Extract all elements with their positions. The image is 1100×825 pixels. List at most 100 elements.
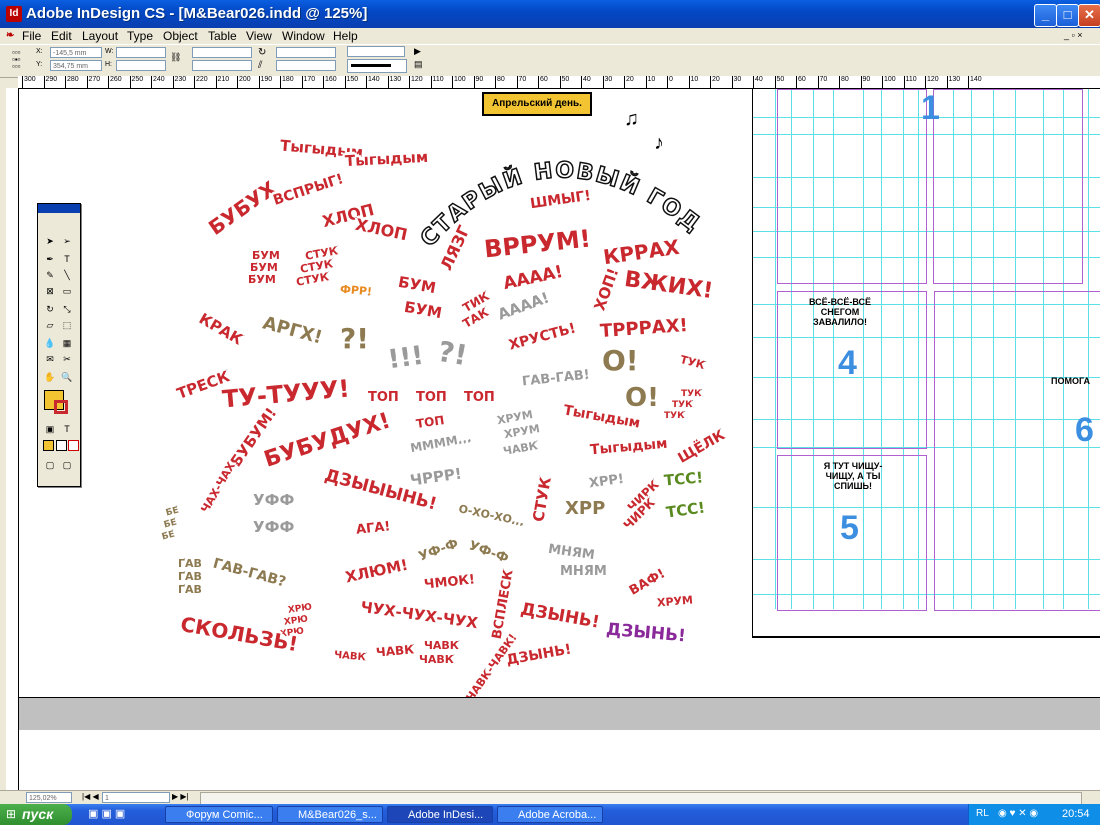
sticker[interactable]: ГАВ	[178, 571, 203, 583]
rotation-field[interactable]	[276, 47, 336, 58]
task-indesign[interactable]: Adobe InDesi...	[387, 806, 493, 823]
sticker[interactable]: ФРР!	[339, 282, 373, 299]
preview-view-icon[interactable]: ▢	[60, 458, 74, 472]
shear-icon[interactable]: ⫽	[258, 60, 262, 71]
sticker[interactable]: ХРУМ	[656, 593, 694, 610]
zoom-tool-icon[interactable]: 🔍	[60, 370, 74, 384]
menu-object[interactable]: Object	[163, 28, 198, 44]
sticker[interactable]: ЧАВК	[424, 640, 460, 652]
menu-help[interactable]: Help	[333, 28, 358, 44]
sticker[interactable]: ТУК	[680, 389, 701, 399]
sticker[interactable]: ГАВ	[178, 558, 203, 570]
pencil-tool-icon[interactable]: ✎	[43, 268, 57, 282]
shear-field[interactable]	[276, 60, 336, 71]
sticker[interactable]: ТОП	[416, 391, 448, 405]
task-mbear-file[interactable]: M&Bear026_s...	[277, 806, 383, 823]
height-field[interactable]	[116, 60, 166, 71]
document-page[interactable]: 1 4 5 6 ВСЁ-ВСЁ-ВСЁ СНЕГОМ ЗАВАЛИЛО! Я Т…	[752, 89, 1100, 638]
button-tool-icon[interactable]: ✉	[43, 352, 57, 366]
doc-window-controls[interactable]: _ ▫ ×	[1064, 30, 1082, 40]
scale-tool-icon[interactable]: ⤡	[60, 302, 74, 316]
sticker[interactable]: ТОП	[368, 391, 400, 405]
eyedropper-tool-icon[interactable]: 💧	[43, 336, 57, 350]
x-field[interactable]: -145,5 mm	[50, 47, 102, 58]
clock[interactable]: 20:54	[1062, 808, 1090, 820]
sticker[interactable]: ТУК	[671, 400, 692, 410]
indesign-app-icon[interactable]: Id	[6, 6, 22, 22]
gradient-tool-icon[interactable]: ▦	[60, 336, 74, 350]
sticker[interactable]: ТУК	[663, 411, 684, 421]
page-icon[interactable]: ▤	[414, 59, 423, 70]
sticker[interactable]: МНЯМ	[560, 565, 608, 579]
next-page-icon[interactable]: ▶ ▶|	[172, 792, 189, 801]
menu-view[interactable]: View	[246, 28, 272, 44]
sticker[interactable]: О!	[625, 385, 660, 412]
constrain-proportions-icon[interactable]: ⛓	[170, 52, 181, 63]
first-page-icon[interactable]: |◀ ◀	[82, 792, 99, 801]
reference-point-icon[interactable]: ▫▫▫ ▫▪▫ ▫▫▫	[12, 49, 26, 71]
sticker[interactable]: ТОП	[464, 391, 496, 405]
page-field[interactable]: 1	[102, 792, 170, 803]
menu-edit[interactable]: Edit	[51, 28, 72, 44]
rotate-icon[interactable]: ↻	[258, 47, 266, 58]
menu-layout[interactable]: Layout	[82, 28, 118, 44]
sticker[interactable]: ТСС!	[663, 468, 705, 490]
sticker[interactable]: Тыгыдым	[344, 147, 429, 170]
sticker[interactable]: АГА!	[355, 519, 392, 539]
menu-file[interactable]: File	[22, 28, 41, 44]
language-indicator[interactable]: RL	[976, 808, 989, 819]
sticker[interactable]: БУМ	[248, 274, 277, 286]
scale-y-field[interactable]	[192, 60, 252, 71]
sticker[interactable]: ТОП	[415, 413, 446, 432]
sticker[interactable]: УФФ	[252, 492, 294, 508]
shear-tool-icon[interactable]: ▱	[43, 318, 57, 332]
close-button[interactable]: ✕	[1078, 4, 1100, 27]
sticker[interactable]: УФФ	[252, 519, 294, 535]
scale-x-field[interactable]	[192, 47, 252, 58]
task-forum[interactable]: Форум Comic...	[165, 806, 273, 823]
sticker[interactable]: !!!	[386, 340, 426, 376]
menu-window[interactable]: Window	[282, 28, 325, 44]
scissors-tool-icon[interactable]: ✂	[60, 352, 74, 366]
rectangle-frame-tool-icon[interactable]: ⊠	[43, 284, 57, 298]
hand-tool-icon[interactable]: ✋	[43, 370, 57, 384]
free-transform-tool-icon[interactable]: ⬚	[60, 318, 74, 332]
sticker[interactable]: ?!	[435, 334, 470, 373]
type-tool-icon[interactable]: T	[60, 252, 74, 266]
sticker[interactable]: ЧАВК	[419, 654, 455, 666]
maximize-button[interactable]: □	[1056, 4, 1079, 27]
y-field[interactable]: 354,75 mm	[50, 60, 102, 71]
quick-launch-icons[interactable]: ▣ ▣ ▣	[88, 807, 125, 820]
menu-type[interactable]: Type	[127, 28, 153, 44]
panel-menu-icon[interactable]: ▶	[414, 46, 421, 57]
apply-color-icon[interactable]	[43, 440, 54, 451]
task-acrobat[interactable]: Adobe Acroba...	[497, 806, 603, 823]
sticker[interactable]: БУМ	[250, 262, 279, 274]
formatting-text-icon[interactable]: T	[60, 422, 74, 436]
stroke-type-select[interactable]	[347, 59, 407, 73]
tools-panel-titlebar[interactable]	[38, 204, 80, 213]
pasteboard[interactable]	[19, 730, 1100, 790]
zoom-field[interactable]: 125,02%	[26, 792, 72, 803]
sticker[interactable]: ХРР	[564, 499, 605, 518]
direct-selection-tool-icon[interactable]: ➢	[60, 234, 74, 248]
apply-none-icon[interactable]	[68, 440, 79, 451]
rotate-tool-icon[interactable]: ↻	[43, 302, 57, 316]
rectangle-tool-icon[interactable]: ▭	[60, 284, 74, 298]
document-icon[interactable]: ❧	[6, 30, 14, 41]
stroke-swatch[interactable]	[54, 400, 68, 414]
title-box-april[interactable]: Апрельский день.	[482, 92, 592, 116]
formatting-container-icon[interactable]: ▣	[43, 422, 57, 436]
menu-table[interactable]: Table	[208, 28, 237, 44]
sticker[interactable]: ЧАВК	[375, 642, 415, 660]
line-tool-icon[interactable]: ╲	[60, 268, 74, 282]
tools-panel[interactable]: ➤ ➢ ✒ T ✎ ╲ ⊠ ▭ ↻ ⤡ ▱ ⬚ 💧 ▦ ✉ ✂ ✋ 🔍 ▣ T …	[37, 203, 81, 487]
sticker[interactable]: БУМ	[252, 250, 281, 262]
width-field[interactable]	[116, 47, 166, 58]
selection-tool-icon[interactable]: ➤	[43, 234, 57, 248]
tray-icons[interactable]: ◉ ♥ ✕ ◉	[998, 808, 1038, 819]
sticker[interactable]: О!	[602, 346, 640, 375]
sticker[interactable]: ГАВ	[178, 584, 203, 596]
normal-view-icon[interactable]: ▢	[43, 458, 57, 472]
stroke-weight-select[interactable]	[347, 46, 405, 57]
